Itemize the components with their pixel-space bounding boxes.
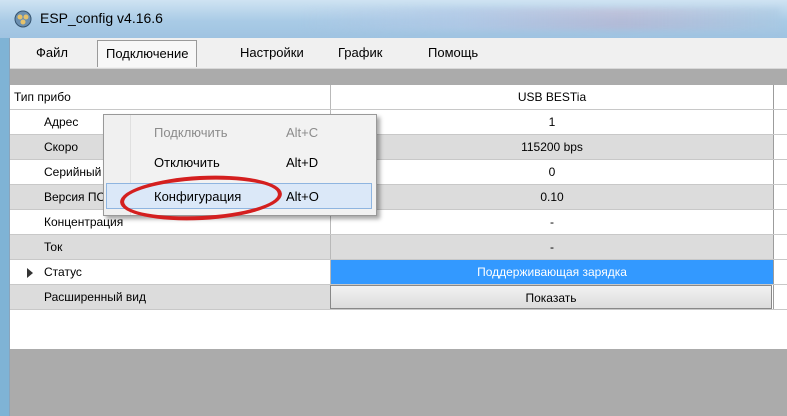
row-label: Расширенный вид: [44, 290, 146, 304]
menu-item-shortcut: Alt+O: [286, 189, 319, 204]
row-extra-cell: [773, 185, 787, 209]
row-value[interactable]: 115200 bps: [330, 135, 773, 159]
grid-row-current[interactable]: Ток -: [10, 235, 787, 260]
row-label: Версия ПО: [44, 190, 106, 204]
grid-row-device-type[interactable]: Тип прибо USB BESTia: [10, 85, 787, 110]
row-value-selected[interactable]: Поддерживающая зарядка: [330, 260, 773, 284]
row-value[interactable]: -: [330, 235, 773, 259]
grid-row-status[interactable]: Статус Поддерживающая зарядка: [10, 260, 787, 285]
row-label: Ток: [44, 240, 63, 254]
row-value[interactable]: -: [330, 210, 773, 234]
row-extra-cell: [773, 85, 787, 109]
row-value[interactable]: 0: [330, 160, 773, 184]
title-bar: ESP_config v4.16.6: [0, 0, 787, 38]
row-extra-cell: [773, 235, 787, 259]
row-extra-cell: [773, 110, 787, 134]
row-label: Тип прибо: [14, 90, 71, 104]
app-window: Файл Подключение Настройки График Помощь…: [9, 38, 787, 416]
row-pointer-icon: [27, 268, 33, 278]
row-label: Статус: [44, 265, 82, 279]
row-extra-cell: [773, 210, 787, 234]
row-extra-cell: [773, 160, 787, 184]
menu-item-label: Подключить: [154, 125, 228, 140]
menu-item-disconnect[interactable]: Отключить Alt+D: [106, 150, 372, 176]
row-label: Адрес: [44, 115, 79, 129]
window-title: ESP_config v4.16.6: [40, 10, 163, 26]
menu-item-connect[interactable]: Подключить Alt+C: [106, 120, 372, 146]
row-extra-cell: [773, 285, 787, 309]
row-value: USB BESTia: [330, 85, 773, 109]
menu-connection[interactable]: Подключение: [97, 40, 198, 67]
menu-settings[interactable]: Настройки: [232, 43, 312, 63]
menu-help[interactable]: Помощь: [420, 43, 486, 63]
row-extra-cell: [773, 260, 787, 284]
row-value[interactable]: 0.10: [330, 185, 773, 209]
menu-chart[interactable]: График: [330, 43, 390, 63]
row-label: Скоро: [44, 140, 79, 154]
row-value[interactable]: 1: [330, 110, 773, 134]
show-button[interactable]: Показать: [330, 285, 772, 309]
menu-item-shortcut: Alt+D: [286, 155, 319, 170]
row-extra-cell: [773, 135, 787, 159]
menu-item-shortcut: Alt+C: [286, 125, 319, 140]
menu-bar: Файл Подключение Настройки График Помощь: [10, 38, 787, 69]
blurred-title-background: [300, 8, 780, 30]
menu-item-label: Отключить: [154, 155, 220, 170]
grid-row-extended-view[interactable]: Расширенный вид Показать: [10, 285, 787, 310]
app-icon: [14, 10, 32, 28]
menu-file[interactable]: Файл: [28, 43, 76, 63]
